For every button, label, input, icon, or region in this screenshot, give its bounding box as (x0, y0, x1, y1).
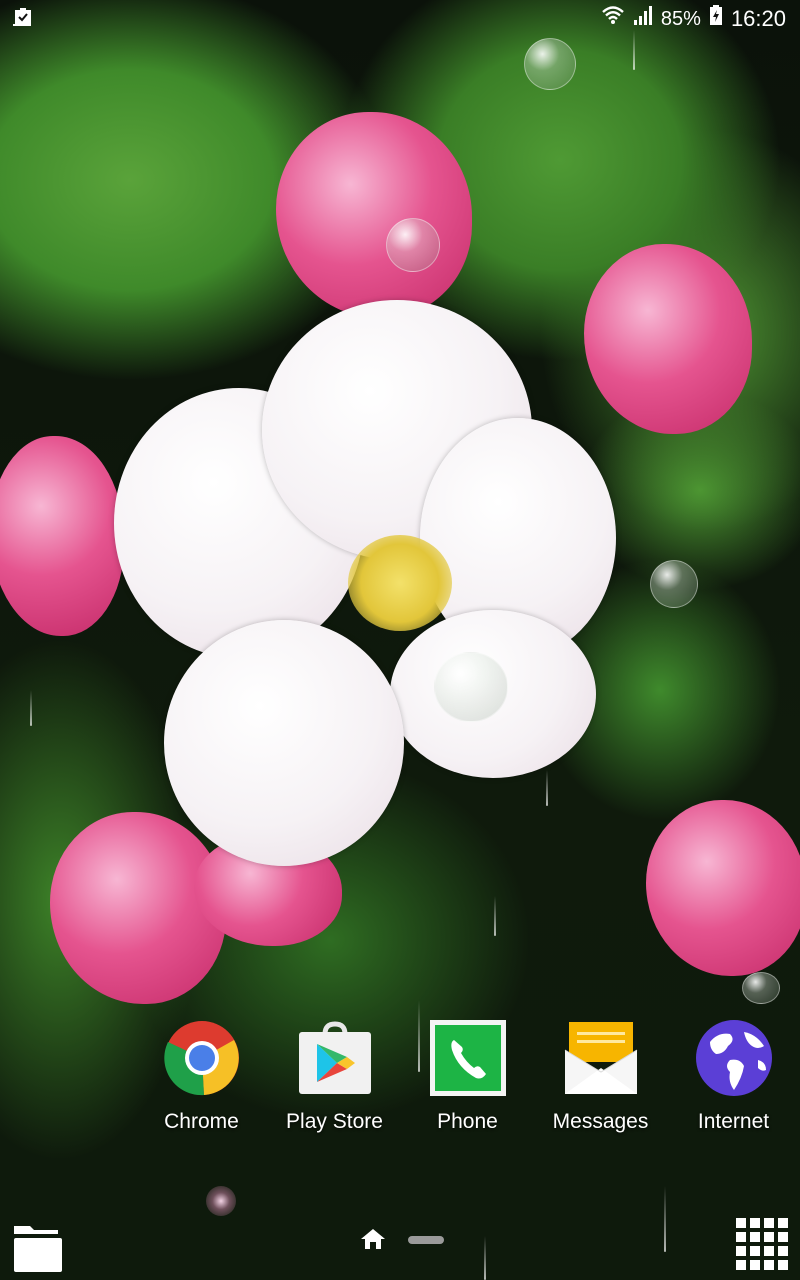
petal (164, 620, 404, 866)
app-drawer-grid-icon[interactable] (736, 1218, 790, 1277)
water-drop (650, 560, 698, 608)
bud (584, 244, 752, 434)
water-drop (742, 972, 780, 1004)
home-icon[interactable] (360, 1228, 386, 1255)
rain-streak (494, 896, 496, 936)
app-label: Chrome (164, 1110, 239, 1133)
bud (276, 112, 472, 318)
clipboard-check-icon[interactable] (12, 6, 34, 33)
rain-streak (546, 770, 548, 806)
app-internet[interactable]: Internet (667, 1020, 800, 1134)
clock: 16:20 (730, 6, 786, 31)
rain-streak (633, 30, 635, 70)
app-label: Messages (552, 1110, 649, 1133)
app-chrome[interactable]: Chrome (135, 1020, 268, 1134)
signal-icon (633, 4, 653, 34)
app-label: Play Store (286, 1110, 383, 1133)
status-bar: 85% 16:20 (0, 0, 800, 36)
app-messages[interactable]: Messages (534, 1020, 667, 1134)
water-drop (524, 38, 576, 90)
app-label: Internet (697, 1110, 770, 1133)
bud (646, 800, 800, 976)
messages-icon (563, 1020, 639, 1096)
folder-icon[interactable] (12, 1224, 62, 1279)
app-play-store[interactable]: Play Store (268, 1020, 401, 1134)
battery-percent: 85% (660, 8, 701, 30)
app-dock: Chrome Play Store Phone Messages Interne… (135, 1020, 800, 1134)
phone-icon (429, 1020, 506, 1096)
internet-globe-icon (695, 1020, 772, 1096)
flower-center (348, 535, 452, 631)
page-indicator[interactable] (408, 1236, 444, 1244)
chrome-icon (163, 1020, 240, 1096)
water-drop (386, 218, 440, 272)
app-label: Phone (437, 1110, 498, 1133)
play-store-icon (297, 1020, 373, 1096)
water-drop (434, 652, 508, 722)
bud (0, 436, 124, 636)
bottom-bar (0, 1210, 800, 1280)
battery-charging-icon (709, 4, 723, 34)
rain-streak (30, 690, 32, 726)
wifi-icon (601, 4, 625, 34)
app-phone[interactable]: Phone (401, 1020, 534, 1134)
